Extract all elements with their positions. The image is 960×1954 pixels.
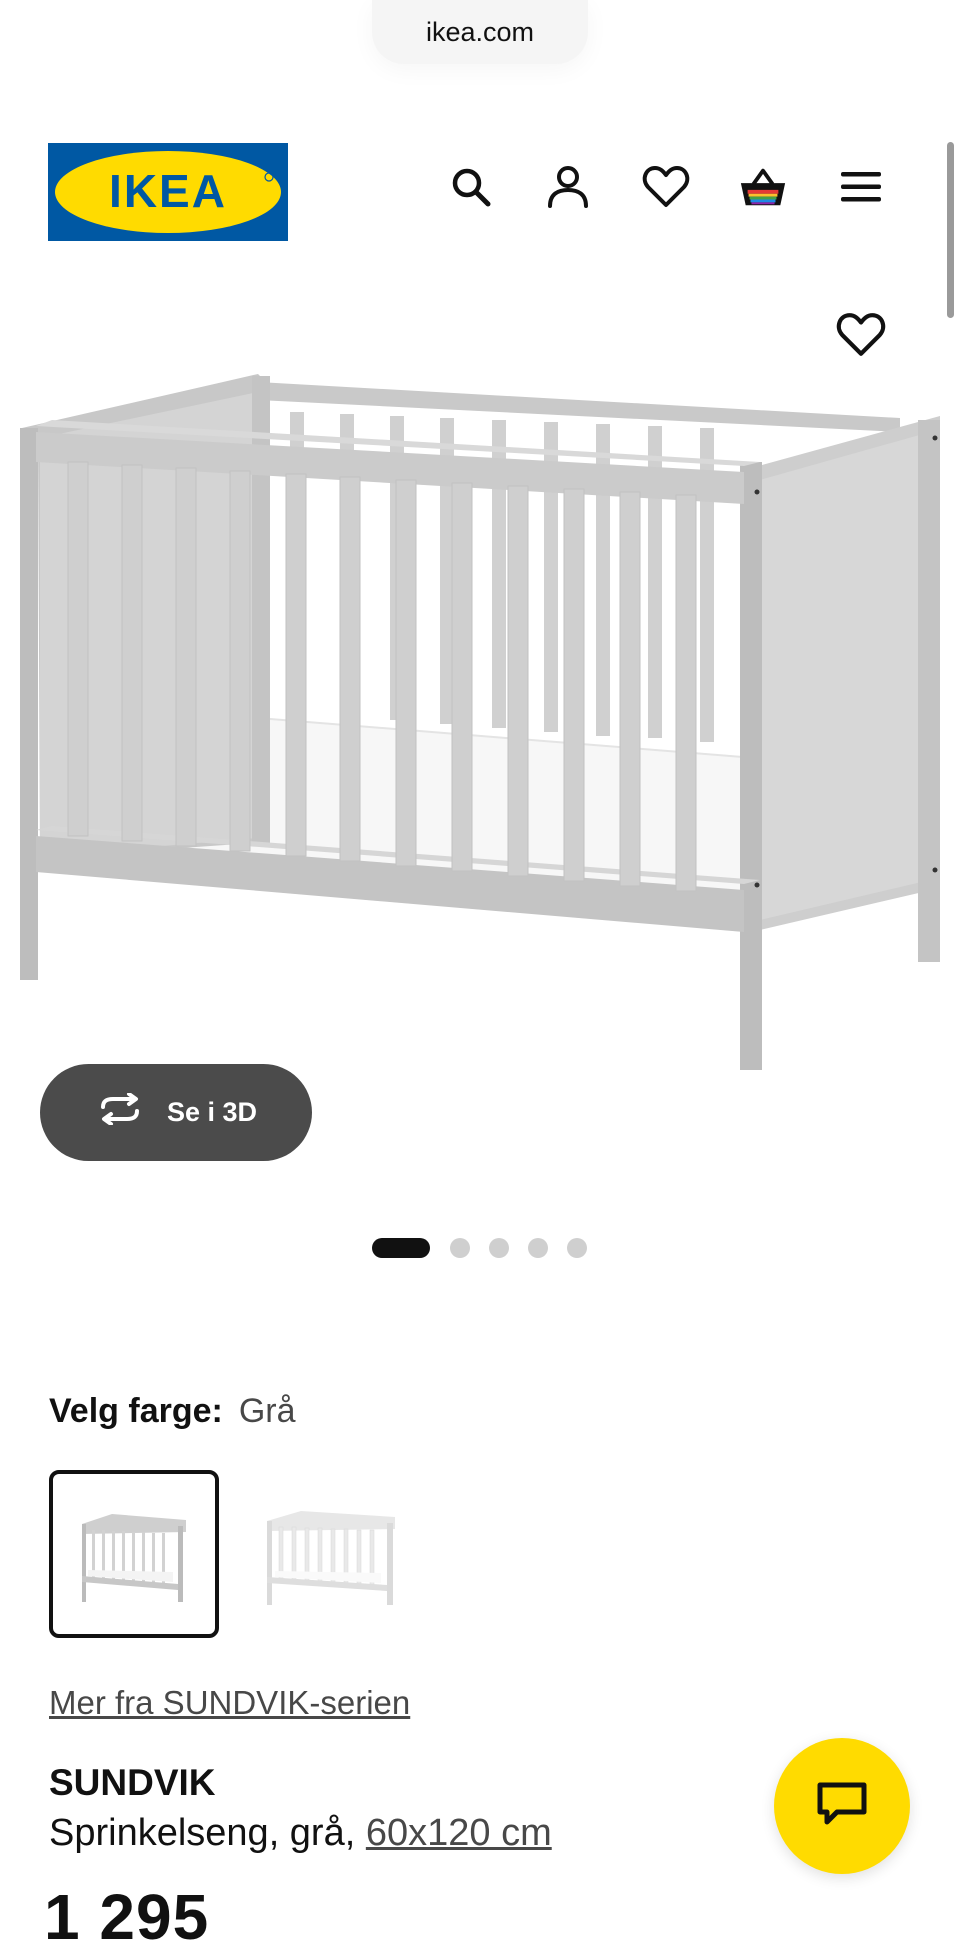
menu-hamburger-icon[interactable] bbox=[836, 162, 886, 212]
account-icon[interactable] bbox=[543, 162, 593, 212]
ikea-logo[interactable]: IKEA bbox=[48, 143, 288, 241]
product-name: SUNDVIK bbox=[49, 1762, 216, 1803]
page-scrollbar[interactable] bbox=[947, 142, 954, 318]
shopping-basket-icon[interactable] bbox=[738, 162, 788, 212]
color-picker-label: Velg farge: Grå bbox=[49, 1392, 296, 1431]
wishlist-heart-icon[interactable] bbox=[641, 162, 691, 212]
carousel-dot-3[interactable] bbox=[489, 1238, 509, 1258]
product-price: 1 295 bbox=[44, 1881, 210, 1953]
carousel-dot-4[interactable] bbox=[528, 1238, 548, 1258]
image-carousel-indicator bbox=[372, 1238, 606, 1258]
carousel-dot-2[interactable] bbox=[450, 1238, 470, 1258]
product-image-crib[interactable] bbox=[0, 360, 960, 1080]
color-swatch-white[interactable] bbox=[246, 1470, 416, 1638]
view-in-3d-button[interactable]: Se i 3D bbox=[40, 1064, 312, 1161]
series-link[interactable]: Mer fra SUNDVIK-serien bbox=[49, 1684, 410, 1722]
rotate-3d-icon bbox=[95, 1092, 145, 1132]
color-label-text: Velg farge: bbox=[49, 1392, 223, 1430]
view-in-3d-label: Se i 3D bbox=[166, 1097, 258, 1127]
product-size-link[interactable]: 60x120 cm bbox=[366, 1812, 552, 1854]
browser-url-bar[interactable]: ikea.com bbox=[372, 0, 588, 64]
add-to-favourites-heart-icon[interactable] bbox=[836, 312, 888, 364]
search-icon[interactable] bbox=[446, 162, 496, 212]
carousel-dot-1[interactable] bbox=[372, 1238, 430, 1258]
chat-bubble-icon bbox=[815, 1780, 869, 1833]
color-swatch-gray[interactable] bbox=[49, 1470, 219, 1638]
carousel-dot-5[interactable] bbox=[567, 1238, 587, 1258]
chat-button[interactable] bbox=[774, 1738, 910, 1874]
product-description-text: Sprinkelseng, grå, bbox=[49, 1812, 366, 1854]
selected-color-value: Grå bbox=[238, 1392, 296, 1430]
url-text: ikea.com bbox=[425, 16, 535, 47]
svg-text:IKEA: IKEA bbox=[109, 165, 227, 217]
product-description: Sprinkelseng, grå, 60x120 cm bbox=[49, 1812, 552, 1855]
